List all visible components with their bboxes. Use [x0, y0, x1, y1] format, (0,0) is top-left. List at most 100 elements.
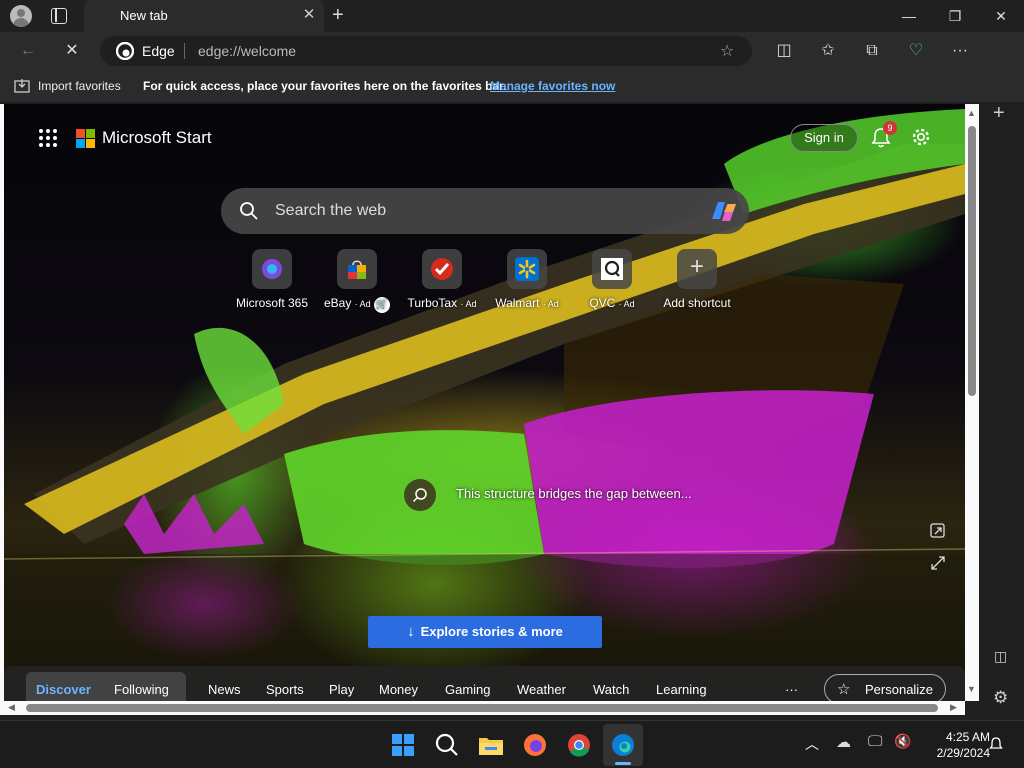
title-bar: New tab ✕ + — ❐ ✕ [0, 0, 1024, 32]
search-input[interactable] [275, 198, 695, 224]
tab-learning[interactable]: Learning [656, 682, 707, 697]
shortcut-tile [337, 249, 377, 289]
collections-icon[interactable]: ⧉ [858, 37, 886, 65]
tab-news[interactable]: News [208, 682, 241, 697]
onedrive-icon[interactable]: ☁ [836, 733, 851, 751]
favorites-bar: Import favorites For quick access, place… [0, 70, 1024, 102]
more-options-icon[interactable]: ··· [946, 37, 974, 65]
close-window-button[interactable]: ✕ [978, 0, 1024, 32]
manage-favorites-link[interactable]: Manage favorites now [490, 79, 615, 93]
personalize-label: Personalize [865, 682, 933, 697]
copilot-search-icon[interactable] [709, 197, 739, 225]
new-tab-icon[interactable]: + [332, 4, 344, 27]
tab-new-tab[interactable]: New tab ✕ [84, 0, 324, 32]
tab-sports[interactable]: Sports [266, 682, 304, 697]
tab-actions-icon[interactable] [51, 8, 67, 24]
display-icon[interactable]: 🖵 [868, 733, 882, 750]
url-text[interactable]: edge://welcome [198, 43, 296, 59]
horizontal-scrollbar[interactable]: ◀ ▶ [4, 701, 965, 715]
apps-grid-icon[interactable] [38, 128, 58, 148]
magnifier-icon [412, 488, 427, 503]
horizontal-scroll-thumb[interactable] [26, 704, 938, 712]
shortcut-label: Add shortcut [663, 296, 731, 310]
taskbar-clock[interactable]: 4:25 AM 2/29/2024 [920, 729, 990, 761]
personalize-button[interactable]: ☆ Personalize [824, 674, 946, 701]
qvc-icon [601, 258, 623, 280]
search-icon [240, 202, 258, 220]
chevron-up-icon[interactable]: ︿ [805, 734, 819, 754]
back-arrow-icon[interactable]: ← [14, 37, 42, 65]
close-icon[interactable]: ✕ [300, 6, 318, 24]
sidebar-settings-icon[interactable]: ⚙ [993, 688, 1008, 708]
favorites-icon[interactable]: ✩ [814, 37, 842, 65]
new-tab-page: Microsoft Start Sign in 9 Microsoft 365 [4, 104, 965, 701]
profile-avatar[interactable] [10, 5, 32, 27]
gear-icon[interactable] [910, 126, 932, 148]
windows-taskbar: ︿ ☁ 🖵 🔇 4:25 AM 2/29/2024 [0, 720, 1024, 768]
tab-watch[interactable]: Watch [593, 682, 629, 697]
shortcut-label: Microsoft 365 [235, 296, 309, 310]
shortcut-walmart[interactable]: Walmart · Ad [482, 249, 572, 319]
toolbar: ← ✕ Edge edge://welcome ☆ ◫ ✩ ⧉ ♡ ··· [0, 32, 1024, 92]
favorites-message: For quick access, place your favorites h… [143, 79, 507, 93]
web-search-box[interactable] [221, 188, 749, 234]
image-info-icon[interactable] [930, 523, 946, 539]
import-icon [14, 79, 30, 93]
shortcut-turbotax[interactable]: TurboTax · Ad [397, 249, 487, 319]
explore-stories-button[interactable]: ↓ Explore stories & more [368, 616, 602, 648]
firefox-icon[interactable] [521, 731, 549, 759]
omnibox-divider [184, 43, 185, 59]
favorite-star-icon[interactable]: ☆ [720, 41, 734, 61]
tab-money[interactable]: Money [379, 682, 418, 697]
arrow-down-icon: ↓ [407, 623, 415, 640]
volume-muted-icon[interactable]: 🔇 [894, 733, 911, 750]
import-favorites-button[interactable]: Import favorites [38, 79, 121, 93]
shortcut-label: TurboTax · Ad [407, 296, 477, 310]
scroll-down-icon[interactable]: ▼ [967, 684, 976, 694]
shortcut-qvc[interactable]: QVC · Ad [567, 249, 657, 319]
tab-discover[interactable]: Discover [36, 682, 91, 697]
brand-label: Microsoft Start [102, 128, 212, 147]
scroll-left-icon[interactable]: ◀ [8, 702, 15, 713]
chrome-icon[interactable] [565, 731, 593, 759]
sign-in-button[interactable]: Sign in [790, 124, 858, 152]
microsoft-365-icon [262, 259, 282, 279]
split-screen-icon[interactable]: ◫ [770, 37, 798, 65]
turbotax-check-icon [431, 258, 453, 280]
vertical-scrollbar[interactable]: ▲ ▼ [965, 104, 979, 701]
file-explorer-icon[interactable] [477, 731, 505, 759]
plus-icon: + [689, 253, 704, 280]
caption-text[interactable]: This structure bridges the gap between..… [456, 486, 692, 501]
sidebar-add-icon[interactable]: + [993, 102, 1005, 125]
scroll-up-icon[interactable]: ▲ [967, 108, 976, 118]
notification-bell-icon[interactable] [988, 736, 1004, 752]
shortcut-microsoft-365[interactable]: Microsoft 365 [227, 249, 317, 319]
shortcut-ebay[interactable]: eBay · Ad 🛒 [312, 249, 402, 319]
windows-start-icon[interactable] [389, 731, 417, 759]
notification-badge: 9 [883, 121, 897, 135]
microsoft-logo-icon [76, 129, 95, 148]
more-tabs-button[interactable]: ··· [785, 682, 798, 697]
sparkle-star-icon: ☆ [837, 681, 851, 698]
minimize-button[interactable]: — [886, 0, 932, 32]
browser-essentials-icon[interactable]: ♡ [902, 37, 930, 65]
image-search-button[interactable] [404, 479, 436, 511]
address-bar[interactable]: Edge edge://welcome ☆ [100, 36, 752, 66]
restore-button[interactable]: ❐ [932, 0, 978, 32]
walmart-spark-icon [515, 257, 539, 281]
search-icon[interactable] [433, 731, 461, 759]
tab-following[interactable]: Following [114, 682, 169, 697]
stop-loading-icon[interactable]: ✕ [58, 37, 86, 65]
shortcut-add[interactable]: + Add shortcut [652, 249, 742, 319]
scroll-right-icon[interactable]: ▶ [950, 702, 957, 713]
clock-date: 2/29/2024 [936, 746, 990, 760]
tab-weather[interactable]: Weather [517, 682, 566, 697]
vertical-scroll-thumb[interactable] [968, 126, 976, 396]
shortcut-tile [422, 249, 462, 289]
tab-play[interactable]: Play [329, 682, 354, 697]
expand-icon[interactable] [930, 555, 946, 571]
sidebar-toggle-icon[interactable]: ◫ [994, 648, 1007, 665]
edge-taskbar-active[interactable] [603, 724, 643, 766]
shortcut-tile [252, 249, 292, 289]
tab-gaming[interactable]: Gaming [445, 682, 491, 697]
